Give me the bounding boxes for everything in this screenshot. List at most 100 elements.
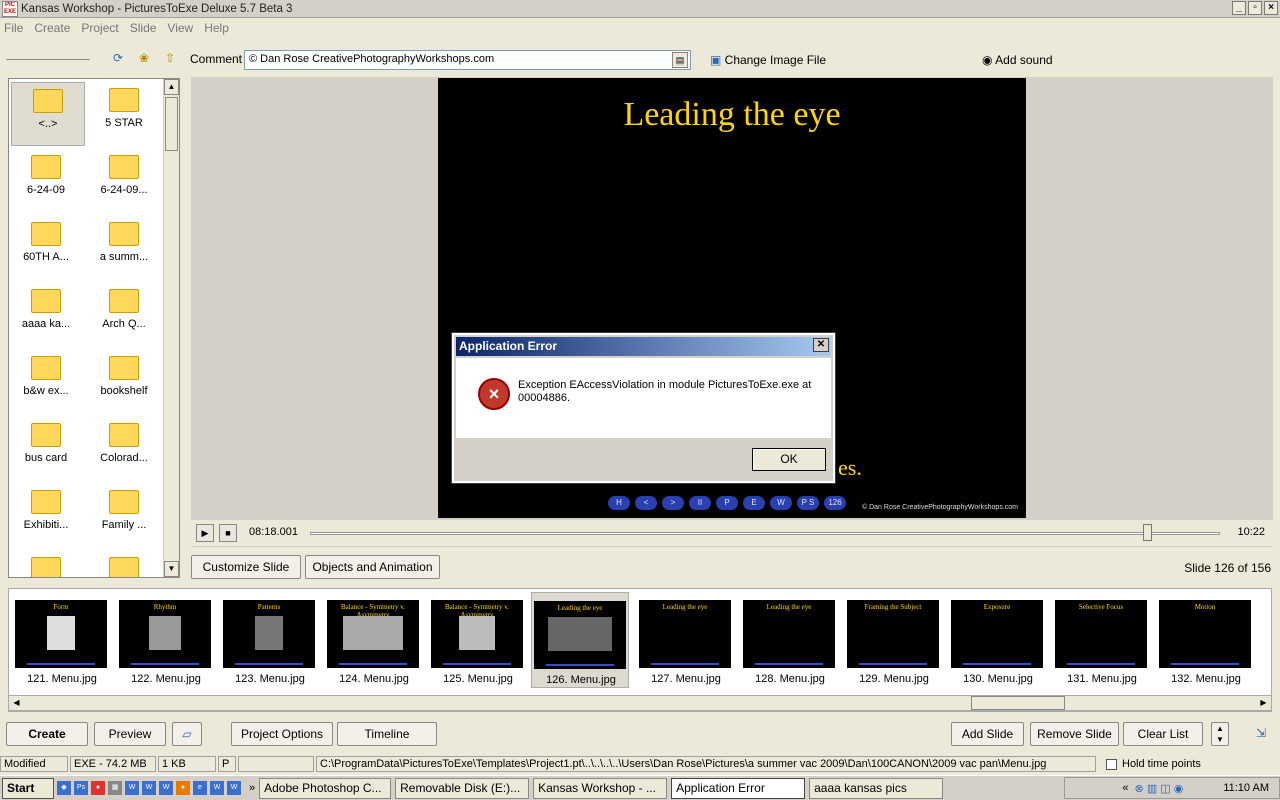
add-sound-button[interactable]: ◉ Add sound xyxy=(982,53,1053,67)
folder-item[interactable]: bookshelf xyxy=(87,350,161,414)
word-icon[interactable]: W xyxy=(125,781,139,795)
folder-item[interactable] xyxy=(9,551,83,577)
slide-thumbnail[interactable]: Rhythm 122. Menu.jpg xyxy=(117,592,215,688)
slide-thumbnail-selected[interactable]: Leading the eye 126. Menu.jpg xyxy=(531,592,629,688)
task-removable-disk[interactable]: Removable Disk (E:)... xyxy=(395,777,530,799)
order-spin-icon[interactable]: ▲ ▼ xyxy=(1211,722,1229,746)
slide-thumbnail[interactable]: Patterns 123. Menu.jpg xyxy=(221,592,319,688)
folder-item[interactable]: Colorad... xyxy=(87,417,161,481)
timeline-track[interactable] xyxy=(310,532,1220,535)
calculator-icon[interactable]: ▦ xyxy=(108,781,122,795)
remove-slide-button[interactable]: Remove Slide xyxy=(1030,722,1119,746)
fullscreen-preview-icon[interactable]: ▱ xyxy=(172,722,202,746)
task-kansas-workshop[interactable]: Kansas Workshop - ... xyxy=(533,777,668,799)
layout-icon[interactable]: ⇲ xyxy=(1250,722,1272,746)
customize-slide-button[interactable]: Customize Slide xyxy=(191,555,301,579)
nav-pause-button[interactable]: II xyxy=(689,496,711,510)
timeline-button[interactable]: Timeline xyxy=(337,722,437,746)
menu-file[interactable]: File xyxy=(4,21,23,35)
scroll-thumb[interactable] xyxy=(971,696,1065,710)
maximize-button[interactable]: ▫ xyxy=(1248,1,1262,15)
refresh-icon[interactable]: ⟳ xyxy=(110,51,126,65)
folder-item[interactable] xyxy=(87,551,161,577)
photoshop-icon[interactable]: Ps xyxy=(74,781,88,795)
dialog-close-button[interactable]: ✕ xyxy=(813,338,829,352)
folder-scrollbar[interactable]: ▲ ▼ xyxy=(163,79,179,577)
close-button[interactable]: × xyxy=(1264,1,1278,15)
word-icon[interactable]: W xyxy=(142,781,156,795)
scroll-left-icon[interactable]: ◀ xyxy=(9,696,24,710)
slide-thumbnail[interactable]: Framing the Subject 129. Menu.jpg xyxy=(845,592,943,688)
slide-thumbnail[interactable]: Leading the eye 128. Menu.jpg xyxy=(741,592,839,688)
folder-item[interactable]: Family ... xyxy=(87,484,161,548)
slide-thumbnail[interactable]: Selective Focus 131. Menu.jpg xyxy=(1053,592,1151,688)
folder-item[interactable]: bus card xyxy=(9,417,83,481)
app-icon[interactable]: ● xyxy=(91,781,105,795)
folder-item[interactable]: Exhibiti... xyxy=(9,484,83,548)
nav-e-button[interactable]: E xyxy=(743,496,765,510)
word-icon[interactable]: W xyxy=(159,781,173,795)
chevron-right-icon[interactable]: » xyxy=(249,782,255,794)
slide-thumbnail[interactable]: Balance - Symmetry v. Asymmetry 124. Menu… xyxy=(325,592,423,688)
scroll-up-icon[interactable]: ▲ xyxy=(164,79,179,95)
task-photoshop[interactable]: Adobe Photoshop C... xyxy=(259,777,392,799)
change-image-button[interactable]: ▣ Change Image File xyxy=(710,53,826,67)
tray-icons[interactable]: ⊗ ▥ ◫ ◉ xyxy=(1135,782,1184,795)
nav-home-button[interactable]: H xyxy=(608,496,630,510)
play-button[interactable]: ▶ xyxy=(196,524,214,542)
create-button[interactable]: Create xyxy=(6,722,88,746)
favorites-folder-icon[interactable]: ❀ xyxy=(136,51,152,65)
nav-next-button[interactable]: > xyxy=(662,496,684,510)
menu-slide[interactable]: Slide xyxy=(130,21,157,35)
slide-thumbnail[interactable]: Balance - Symmetry v. Asymmetry 125. Menu… xyxy=(429,592,527,688)
stop-button[interactable]: ■ xyxy=(219,524,237,542)
slide-thumbnail[interactable]: Exposure 130. Menu.jpg xyxy=(949,592,1047,688)
scroll-thumb[interactable] xyxy=(165,97,178,151)
menu-create[interactable]: Create xyxy=(34,21,70,35)
word-icon[interactable]: W xyxy=(227,781,241,795)
folder-item[interactable]: 60TH A... xyxy=(9,216,83,280)
folder-item[interactable]: b&w ex... xyxy=(9,350,83,414)
menu-help[interactable]: Help xyxy=(204,21,229,35)
preview-button[interactable]: Preview xyxy=(94,722,166,746)
slide-thumbnail[interactable]: Form 121. Menu.jpg xyxy=(13,592,111,688)
nav-number-button[interactable]: 126 xyxy=(824,496,846,510)
folder-up-icon[interactable]: ⇧ xyxy=(162,51,178,65)
scroll-right-icon[interactable]: ▶ xyxy=(1256,696,1271,710)
hold-checkbox[interactable] xyxy=(1106,758,1117,770)
start-button[interactable]: Start xyxy=(2,777,54,799)
task-application-error[interactable]: Application Error xyxy=(671,777,806,799)
tray-expand-icon[interactable]: « xyxy=(1122,782,1128,794)
slide-thumbnail[interactable]: Motion 132. Menu.jpg xyxy=(1157,592,1255,688)
add-slide-button[interactable]: Add Slide xyxy=(951,722,1024,746)
comment-options-icon[interactable]: ▤ xyxy=(672,52,688,68)
minimize-button[interactable]: _ xyxy=(1232,1,1246,15)
slide-thumbnail[interactable]: Leading the eye 127. Menu.jpg xyxy=(637,592,735,688)
folder-item[interactable]: 5 STAR xyxy=(87,82,161,146)
folder-item[interactable]: a summ... xyxy=(87,216,161,280)
folder-item[interactable]: 6-24-09 xyxy=(9,149,83,213)
timeline-handle[interactable] xyxy=(1143,524,1153,541)
slide-list-scrollbar[interactable]: ◀ ▶ xyxy=(8,695,1272,711)
menu-view[interactable]: View xyxy=(167,21,193,35)
nav-w-button[interactable]: W xyxy=(770,496,792,510)
folder-item[interactable]: 6-24-09... xyxy=(87,149,161,213)
objects-animation-button[interactable]: Objects and Animation xyxy=(305,555,440,579)
menu-project[interactable]: Project xyxy=(81,21,118,35)
ok-button[interactable]: OK xyxy=(752,448,826,471)
clear-list-button[interactable]: Clear List xyxy=(1123,722,1203,746)
nav-p-button[interactable]: P xyxy=(716,496,738,510)
nav-prev-button[interactable]: < xyxy=(635,496,657,510)
quicklaunch-icon[interactable]: ◆ xyxy=(57,781,71,795)
folder-item[interactable]: Arch Q... xyxy=(87,283,161,347)
project-options-button[interactable]: Project Options xyxy=(231,722,333,746)
scroll-down-icon[interactable]: ▼ xyxy=(164,561,179,577)
folder-item[interactable]: aaaa ka... xyxy=(9,283,83,347)
folder-item[interactable]: <..> xyxy=(11,82,85,146)
ie-icon[interactable]: e xyxy=(193,781,207,795)
firefox-icon[interactable]: ● xyxy=(176,781,190,795)
word-icon[interactable]: W xyxy=(210,781,224,795)
nav-ps-button[interactable]: P S xyxy=(797,496,819,510)
comment-input[interactable]: © Dan Rose CreativePhotographyWorkshops.… xyxy=(244,50,691,70)
task-kansas-pics[interactable]: aaaa kansas pics xyxy=(809,777,944,799)
